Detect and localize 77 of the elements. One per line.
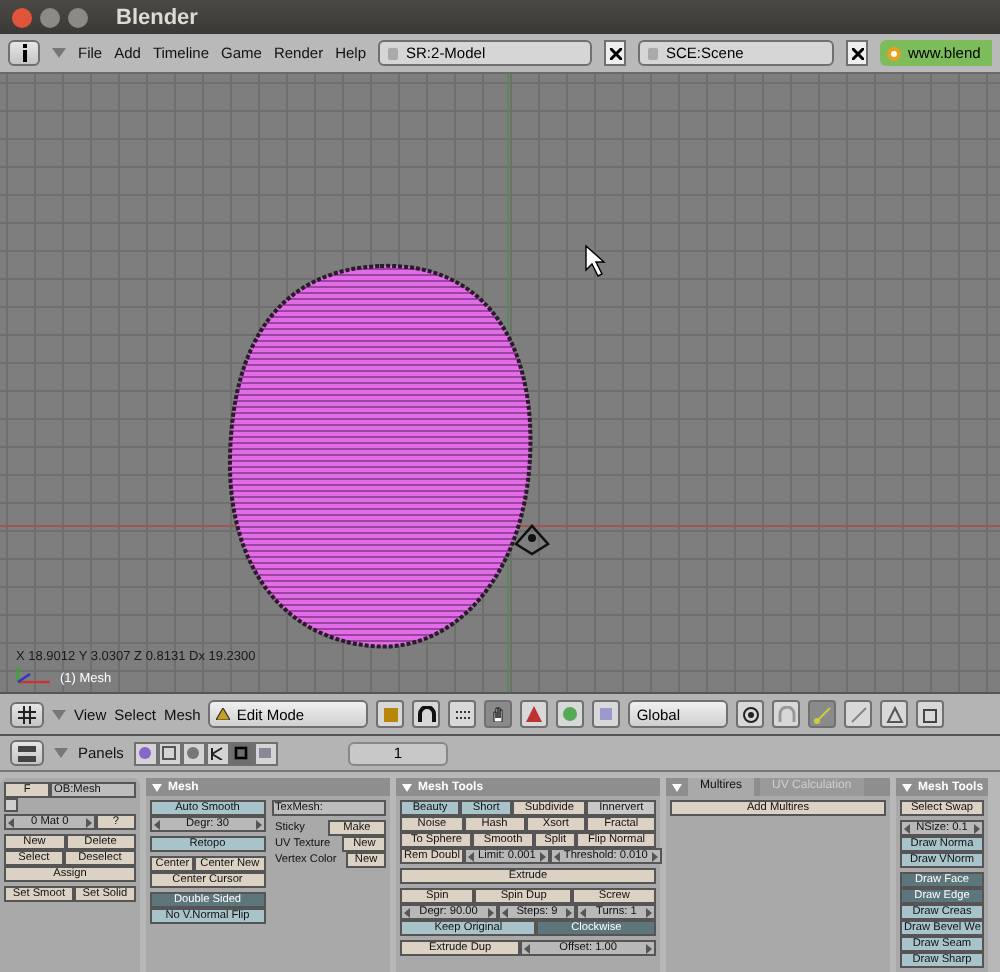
grid-icon — [18, 705, 36, 723]
occlude-button[interactable] — [916, 700, 945, 728]
right-arrow-icon[interactable] — [85, 817, 92, 827]
collapse-icon[interactable] — [902, 783, 912, 791]
axis-icon — [14, 666, 54, 686]
left-arrow-icon[interactable] — [553, 851, 560, 861]
magnet-icon — [777, 705, 796, 723]
layer-button[interactable] — [448, 700, 477, 728]
magnet-icon — [417, 705, 436, 723]
right-arrow-icon[interactable] — [974, 823, 980, 833]
circle-icon — [562, 706, 579, 722]
logo-icon — [886, 45, 903, 61]
caret-icon[interactable] — [54, 748, 68, 758]
edge-select-button[interactable] — [844, 700, 873, 728]
image-icon — [258, 746, 273, 760]
sphere-icon — [186, 746, 201, 760]
caret-icon[interactable] — [52, 48, 66, 58]
minimize-button[interactable] — [40, 7, 60, 27]
lamp-icon[interactable] — [514, 524, 550, 556]
cube-icon — [921, 705, 940, 723]
left-arrow-icon[interactable] — [154, 819, 160, 829]
triangle-icon — [885, 705, 904, 723]
pivot-button[interactable] — [412, 700, 441, 728]
left-arrow-icon[interactable] — [904, 823, 910, 833]
triangle-icon — [526, 706, 543, 722]
right-arrow-icon[interactable] — [487, 907, 494, 917]
select-mode-button[interactable] — [484, 700, 513, 728]
triangle-icon — [216, 708, 231, 720]
right-arrow-icon[interactable] — [566, 907, 573, 917]
context-tab[interactable] — [229, 741, 254, 765]
target-icon — [741, 705, 760, 723]
right-arrow-icon[interactable] — [646, 943, 652, 953]
vertex-select-button[interactable] — [808, 700, 837, 728]
picture-icon — [162, 746, 177, 760]
close-icon[interactable] — [604, 40, 627, 66]
right-arrow-icon[interactable] — [255, 819, 261, 829]
caret-icon[interactable] — [52, 709, 66, 719]
left-arrow-icon[interactable] — [580, 907, 587, 917]
info-icon — [19, 44, 29, 62]
square-icon — [598, 706, 615, 722]
left-arrow-icon[interactable] — [467, 851, 474, 861]
branch-icon — [210, 746, 225, 760]
dropdown-icon — [648, 47, 659, 59]
edge-icon — [849, 705, 868, 723]
dots-icon — [453, 705, 472, 723]
square-icon[interactable] — [4, 798, 18, 812]
editor-type-button[interactable] — [10, 740, 44, 766]
pointer-icon — [585, 244, 606, 277]
dropdown-icon — [388, 47, 399, 59]
window-title: Blender — [116, 5, 198, 29]
collapse-icon[interactable] — [672, 783, 682, 791]
right-arrow-icon[interactable] — [539, 851, 546, 861]
left-arrow-icon[interactable] — [8, 817, 14, 827]
circle-icon — [138, 746, 153, 760]
collapse-icon[interactable] — [152, 783, 162, 791]
face-select-button[interactable] — [880, 700, 909, 728]
square-icon — [234, 746, 249, 760]
close-icon[interactable] — [846, 40, 869, 66]
collapse-icon[interactable] — [402, 783, 412, 791]
context-tab[interactable] — [157, 741, 182, 765]
editor-type-button[interactable] — [8, 40, 40, 66]
context-tab[interactable] — [205, 741, 230, 765]
editor-type-button[interactable] — [10, 701, 44, 727]
select-mode-button[interactable] — [520, 700, 549, 728]
mesh-drawing[interactable] — [228, 264, 533, 649]
right-arrow-icon[interactable] — [651, 851, 658, 861]
cube-icon — [381, 705, 400, 723]
maximize-button[interactable] — [68, 7, 88, 27]
left-arrow-icon[interactable] — [501, 907, 508, 917]
proportional-button[interactable] — [736, 700, 765, 728]
left-arrow-icon[interactable] — [524, 943, 531, 953]
vertex-icon — [813, 705, 832, 723]
hand-icon — [490, 706, 507, 722]
left-arrow-icon[interactable] — [404, 907, 410, 917]
close-button[interactable] — [12, 7, 32, 27]
panels-icon — [18, 745, 36, 761]
right-arrow-icon[interactable] — [646, 907, 653, 917]
